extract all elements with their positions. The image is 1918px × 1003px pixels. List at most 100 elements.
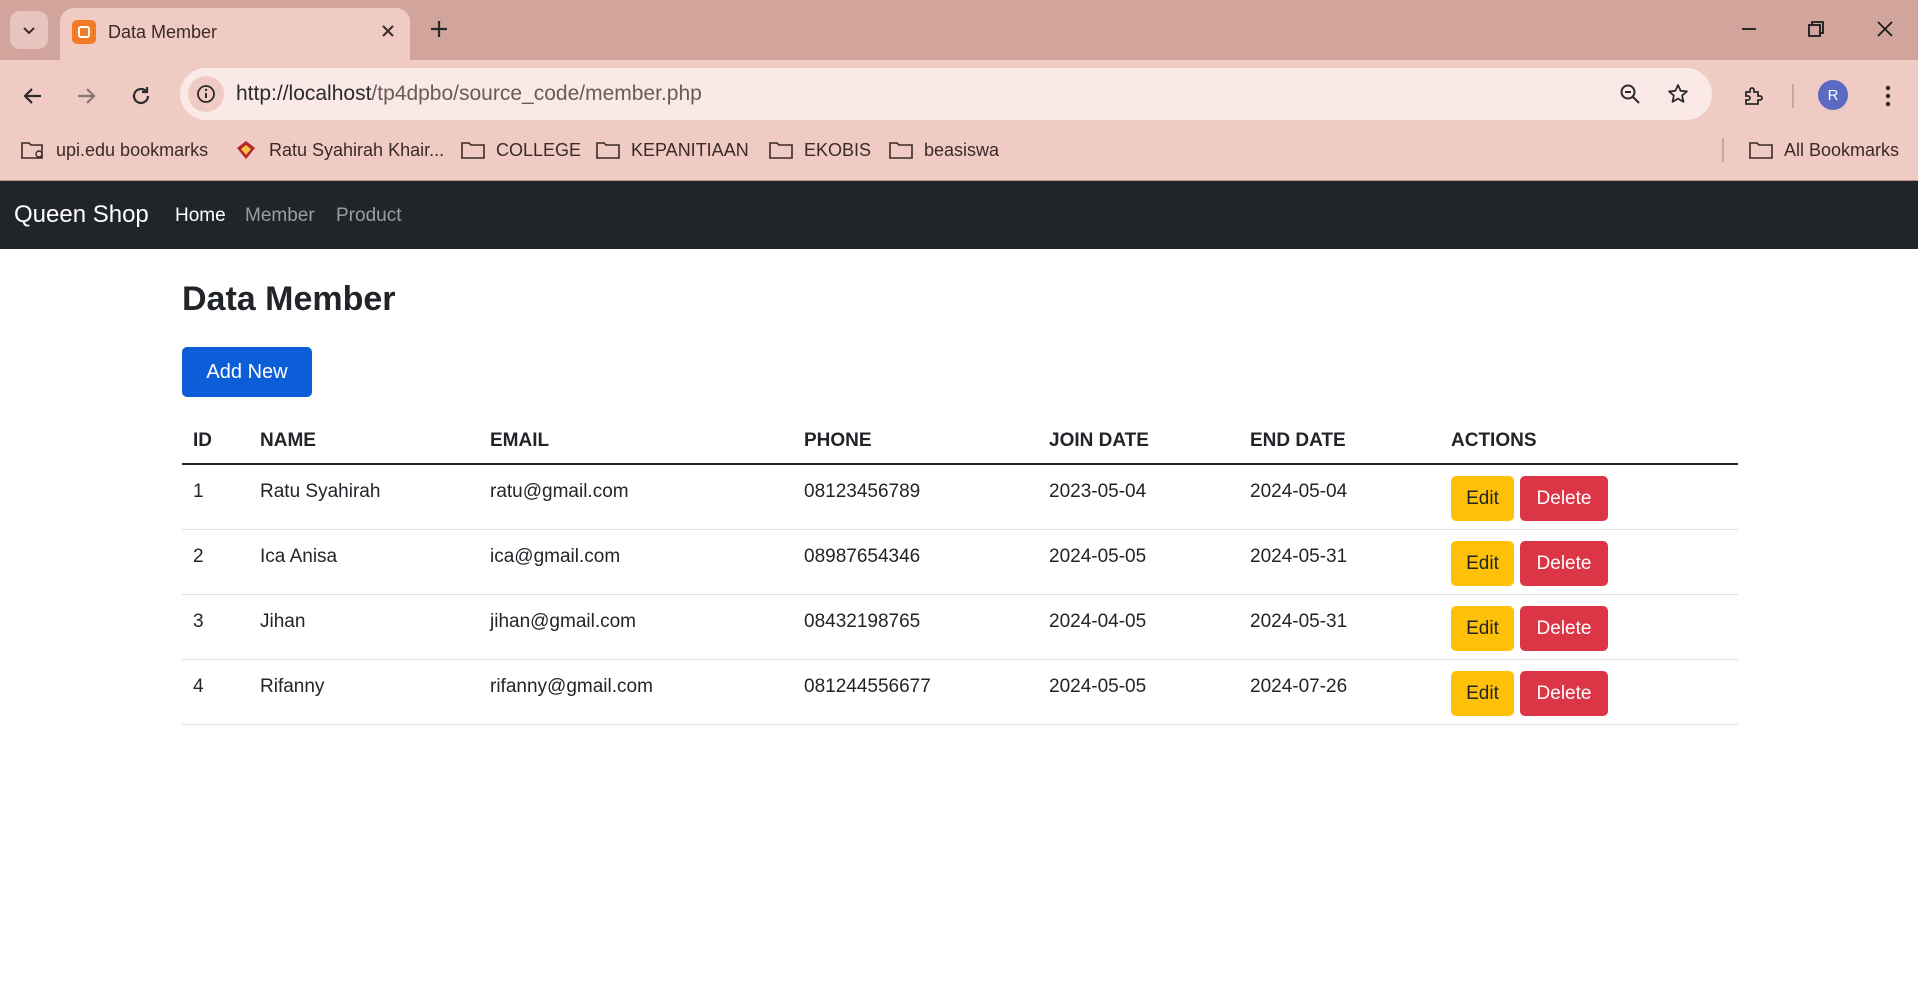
column-header-name: NAME [260, 430, 316, 451]
cell-end-date: 2024-05-31 [1250, 611, 1348, 632]
folder-icon [595, 139, 621, 161]
bookmark-beasiswa[interactable]: beasiswa [888, 130, 999, 170]
close-icon [382, 25, 394, 37]
cell-end-date: 2024-05-04 [1250, 481, 1348, 502]
bookmark-star-button[interactable] [1662, 78, 1694, 110]
address-bar[interactable]: http://localhost/tp4dpbo/source_code/mem… [180, 68, 1712, 120]
column-header-actions: ACTIONS [1451, 430, 1537, 451]
arrow-right-icon [78, 88, 96, 104]
cell-email: ica@gmail.com [490, 546, 621, 567]
delete-button[interactable]: Delete [1520, 606, 1608, 651]
cell-phone: 08432198765 [804, 611, 921, 632]
cell-id: 2 [193, 546, 204, 567]
cell-phone: 081244556677 [804, 676, 931, 697]
cell-join-date: 2024-04-05 [1049, 611, 1147, 632]
nav-link-member[interactable]: Member [245, 205, 315, 227]
more-vertical-icon [1885, 85, 1891, 107]
minimize-button[interactable] [1734, 14, 1764, 44]
bookmark-kepanitiaan[interactable]: KEPANITIAAN [595, 130, 749, 170]
cell-join-date: 2024-05-05 [1049, 676, 1147, 697]
cell-join-date: 2024-05-05 [1049, 546, 1147, 567]
cell-email: jihan@gmail.com [490, 611, 637, 632]
profile-avatar[interactable]: R [1818, 80, 1848, 110]
brand-link[interactable]: Queen Shop [14, 201, 149, 229]
tab-close-button[interactable] [376, 19, 400, 43]
site-favicon-icon [233, 139, 259, 161]
cell-name: Jihan [260, 611, 306, 632]
edit-button[interactable]: Edit [1451, 606, 1514, 651]
close-icon [1877, 21, 1893, 37]
plus-icon [431, 21, 447, 37]
delete-button[interactable]: Delete [1520, 541, 1608, 586]
table-row: 2 Ica Anisa ica@gmail.com 08987654346 20… [182, 530, 1738, 595]
zoom-button[interactable] [1614, 78, 1646, 110]
site-info-button[interactable] [188, 76, 224, 112]
delete-button[interactable]: Delete [1520, 476, 1608, 521]
active-tab[interactable]: Data Member [60, 8, 410, 60]
cell-id: 1 [193, 481, 204, 502]
cell-end-date: 2024-05-31 [1250, 546, 1348, 567]
cell-email: rifanny@gmail.com [490, 676, 653, 697]
member-table: ID NAME EMAIL PHONE JOIN DATE END DATE A… [182, 422, 1738, 725]
cell-phone: 08123456789 [804, 481, 921, 502]
reload-button[interactable] [123, 78, 159, 114]
add-new-button[interactable]: Add New [182, 347, 312, 397]
url-text[interactable]: http://localhost/tp4dpbo/source_code/mem… [236, 82, 702, 106]
new-tab-button[interactable] [424, 14, 454, 44]
table-row: 1 Ratu Syahirah ratu@gmail.com 081234567… [182, 465, 1738, 530]
bookmark-ekobis[interactable]: EKOBIS [768, 130, 871, 170]
cell-name: Ica Anisa [260, 546, 338, 567]
site-navbar: Queen Shop Home Member Product [0, 181, 1918, 249]
restore-icon [1808, 21, 1824, 37]
bookmark-college[interactable]: COLLEGE [460, 130, 581, 170]
forward-button[interactable] [68, 78, 104, 114]
tab-search-button[interactable] [10, 11, 48, 49]
table-row: 4 Rifanny rifanny@gmail.com 081244556677… [182, 660, 1738, 725]
cell-name: Rifanny [260, 676, 325, 697]
chevron-down-icon [23, 27, 35, 35]
close-window-button[interactable] [1870, 14, 1900, 44]
table-header-row: ID NAME EMAIL PHONE JOIN DATE END DATE A… [182, 422, 1738, 465]
all-bookmarks-button[interactable]: All Bookmarks [1748, 130, 1899, 170]
folder-icon [1748, 139, 1774, 161]
zoom-out-icon [1620, 84, 1640, 104]
bookmark-ratu[interactable]: Ratu Syahirah Khair... [233, 130, 444, 170]
tab-title: Data Member [108, 22, 218, 42]
info-icon [197, 85, 215, 103]
browser-menu-button[interactable] [1870, 78, 1906, 114]
cell-phone: 08987654346 [804, 546, 921, 567]
column-header-email: EMAIL [490, 430, 550, 451]
column-header-end-date: END DATE [1250, 430, 1346, 451]
edit-button[interactable]: Edit [1451, 541, 1514, 586]
bookmark-upi-edu[interactable]: upi.edu bookmarks [20, 130, 208, 170]
cell-email: ratu@gmail.com [490, 481, 629, 502]
toolbar-separator [1792, 84, 1794, 108]
delete-button[interactable]: Delete [1520, 671, 1608, 716]
managed-folder-icon [20, 139, 46, 161]
cell-id: 3 [193, 611, 204, 632]
xampp-favicon-icon [72, 20, 96, 44]
bookmarks-separator [1722, 138, 1724, 162]
restore-button[interactable] [1801, 14, 1831, 44]
cell-id: 4 [193, 676, 204, 697]
cell-join-date: 2023-05-04 [1049, 481, 1147, 502]
nav-link-product[interactable]: Product [336, 205, 401, 227]
cell-name: Ratu Syahirah [260, 481, 381, 502]
star-icon [1668, 84, 1688, 103]
puzzle-icon [1745, 87, 1763, 105]
extensions-button[interactable] [1736, 78, 1772, 114]
folder-icon [888, 139, 914, 161]
minimize-icon [1742, 28, 1756, 30]
reload-icon [132, 87, 150, 105]
table-row: 3 Jihan jihan@gmail.com 08432198765 2024… [182, 595, 1738, 660]
nav-link-home[interactable]: Home [175, 205, 226, 227]
column-header-phone: PHONE [804, 430, 872, 451]
edit-button[interactable]: Edit [1451, 476, 1514, 521]
folder-icon [768, 139, 794, 161]
page-title: Data Member [182, 280, 396, 318]
edit-button[interactable]: Edit [1451, 671, 1514, 716]
bookmarks-bar: upi.edu bookmarks Ratu Syahirah Khair...… [0, 130, 1918, 170]
folder-icon [460, 139, 486, 161]
arrow-left-icon [23, 88, 41, 104]
back-button[interactable] [15, 78, 51, 114]
